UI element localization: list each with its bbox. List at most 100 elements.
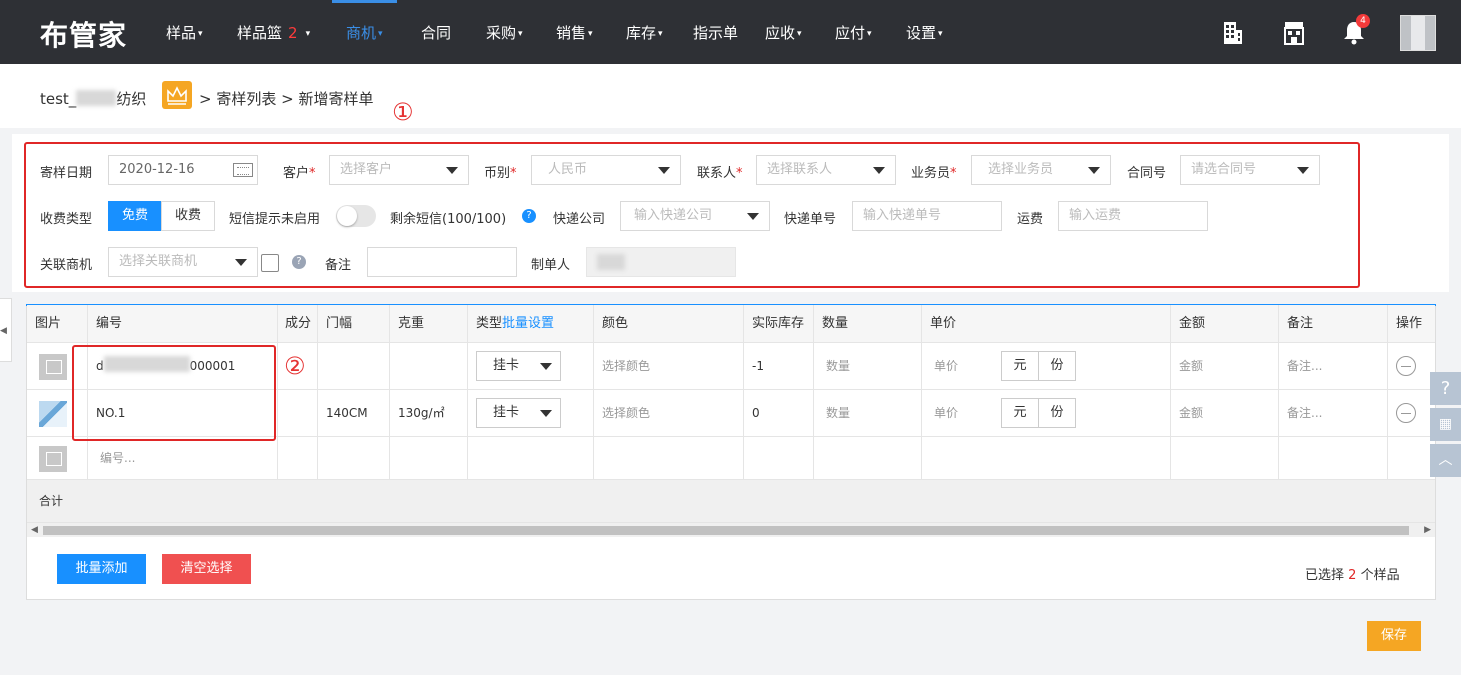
qrcode-icon[interactable]: ▦	[1430, 408, 1461, 441]
sms-toggle[interactable]	[336, 205, 376, 227]
opportunity-select[interactable]: 选择关联商机	[108, 247, 258, 277]
opportunity-label: 关联商机	[40, 258, 93, 273]
row1-unit-fen[interactable]: 份	[1038, 351, 1076, 381]
row2-width: 140CM	[318, 390, 390, 437]
row2-unit-fen[interactable]: 份	[1038, 398, 1076, 428]
chevron-down-icon	[446, 167, 458, 174]
calendar-icon[interactable]	[233, 163, 253, 177]
batch-add-button[interactable]: 批量添加	[57, 554, 146, 584]
col-color: 颜色	[594, 305, 744, 343]
col-quantity: 数量	[814, 305, 922, 343]
customer-select[interactable]: 选择客户	[329, 155, 469, 185]
horizontal-scrollbar[interactable]: ◀ ▶	[27, 523, 1435, 537]
store-icon[interactable]	[1280, 18, 1308, 46]
currency-label: 币别*	[484, 166, 517, 181]
salesman-select[interactable]: 选择业务员	[971, 155, 1111, 185]
nav-opportunity[interactable]: 商机 ▾	[332, 0, 396, 64]
col-image: 图片	[27, 305, 88, 343]
sample-thumbnail[interactable]	[39, 401, 67, 427]
row1-color-select[interactable]: 选择颜色	[594, 343, 744, 390]
row1-amount[interactable]: 金额	[1171, 343, 1279, 390]
image-placeholder-icon[interactable]	[39, 354, 67, 380]
nav-samples[interactable]: 样品 ▾	[166, 0, 203, 64]
nav-payable[interactable]: 应付 ▾	[835, 0, 872, 64]
bell-icon[interactable]: 4	[1340, 14, 1370, 46]
nav-sample-basket[interactable]: 样品篮 2 ▾	[237, 0, 310, 64]
row2-amount[interactable]: 金额	[1171, 390, 1279, 437]
express-select[interactable]: 输入快递公司	[620, 201, 770, 231]
creator-field	[586, 247, 736, 277]
tracking-input[interactable]: 输入快递单号	[852, 201, 1002, 231]
scroll-left-icon[interactable]: ◀	[31, 525, 38, 535]
nav-settings[interactable]: 设置 ▾	[906, 0, 943, 64]
row1-action	[1388, 343, 1435, 390]
row2-type-select[interactable]: 挂卡	[476, 398, 561, 428]
help-icon[interactable]: ?	[522, 209, 536, 223]
remove-row-icon[interactable]	[1396, 403, 1416, 423]
nav-contract[interactable]: 合同	[421, 0, 451, 64]
freight-label: 运费	[1017, 212, 1044, 227]
fee-type-label: 收费类型	[40, 212, 93, 227]
salesman-label: 业务员*	[911, 166, 957, 181]
nav-purchase[interactable]: 采购 ▾	[486, 0, 523, 64]
row2-price-input[interactable]: 单价	[934, 406, 958, 420]
row2-unit-yuan[interactable]: 元	[1001, 398, 1039, 428]
col-amount: 金额	[1171, 305, 1279, 343]
nav-sales[interactable]: 销售 ▾	[556, 0, 593, 64]
user-avatar[interactable]	[1400, 15, 1436, 51]
currency-select[interactable]: 人民币	[531, 155, 681, 185]
row1-quantity-input[interactable]: 数量	[814, 343, 922, 390]
fee-free-button[interactable]: 免费	[108, 201, 162, 231]
row1-unit-yuan[interactable]: 元	[1001, 351, 1039, 381]
freight-input[interactable]: 输入运费	[1058, 201, 1208, 231]
sidebar-collapse-handle[interactable]: ◀	[0, 298, 12, 362]
back-to-top-icon[interactable]: ︿	[1430, 444, 1461, 477]
tracking-label: 快递单号	[784, 212, 837, 227]
contract-select[interactable]: 请选合同号	[1180, 155, 1320, 185]
table-cell	[318, 437, 390, 480]
building-icon[interactable]	[1218, 18, 1246, 46]
image-placeholder-icon[interactable]	[39, 446, 67, 472]
row1-price-input[interactable]: 单价	[934, 359, 958, 373]
contract-label: 合同号	[1127, 166, 1167, 181]
row1-price: 单价 元份	[922, 343, 1171, 390]
row1-type-select[interactable]: 挂卡	[476, 351, 561, 381]
date-label: 寄样日期	[40, 166, 93, 181]
customer-label: 客户*	[283, 166, 316, 181]
help-icon[interactable]: ?	[292, 255, 306, 269]
breadcrumb-company[interactable]: test_ 纺织	[40, 88, 146, 109]
save-button[interactable]: 保存	[1367, 621, 1421, 651]
contact-select[interactable]: 选择联系人	[756, 155, 896, 185]
help-icon[interactable]: ?	[1430, 372, 1461, 405]
row2-quantity-input[interactable]: 数量	[814, 390, 922, 437]
remove-row-icon[interactable]	[1396, 356, 1416, 376]
app-logo[interactable]: 布管家	[40, 14, 127, 54]
row2-price: 单价 元份	[922, 390, 1171, 437]
nav-inventory[interactable]: 库存 ▾	[626, 0, 663, 64]
scrollbar-thumb[interactable]	[43, 526, 1409, 535]
scroll-right-icon[interactable]: ▶	[1424, 525, 1431, 535]
row2-composition	[278, 390, 318, 437]
chevron-down-icon	[658, 167, 670, 174]
row2-remark[interactable]: 备注...	[1279, 390, 1388, 437]
sms-remaining: 剩余短信(100/100)	[390, 212, 507, 227]
chevron-down-icon	[1297, 167, 1309, 174]
chevron-down-icon	[235, 259, 247, 266]
col-type: 类型批量设置	[468, 305, 594, 343]
row2-color-select[interactable]: 选择颜色	[594, 390, 744, 437]
new-row-code-input[interactable]: 编号...	[88, 437, 278, 480]
row2-stock: 0	[744, 390, 814, 437]
row1-remark[interactable]: 备注...	[1279, 343, 1388, 390]
row1-type: 挂卡	[468, 343, 594, 390]
remark-input[interactable]	[367, 247, 517, 277]
nav-instruction[interactable]: 指示单	[693, 0, 738, 64]
fee-paid-button[interactable]: 收费	[161, 201, 215, 231]
table-cell	[1388, 437, 1435, 480]
table-cell	[1279, 437, 1388, 480]
date-field[interactable]: 2020-12-16	[108, 155, 258, 185]
nav-receivable[interactable]: 应收 ▾	[765, 0, 802, 64]
notification-badge: 4	[1356, 14, 1370, 28]
opportunity-checkbox[interactable]	[261, 254, 279, 272]
clear-selection-button[interactable]: 清空选择	[162, 554, 251, 584]
batch-setting-link[interactable]: 批量设置	[502, 316, 554, 331]
